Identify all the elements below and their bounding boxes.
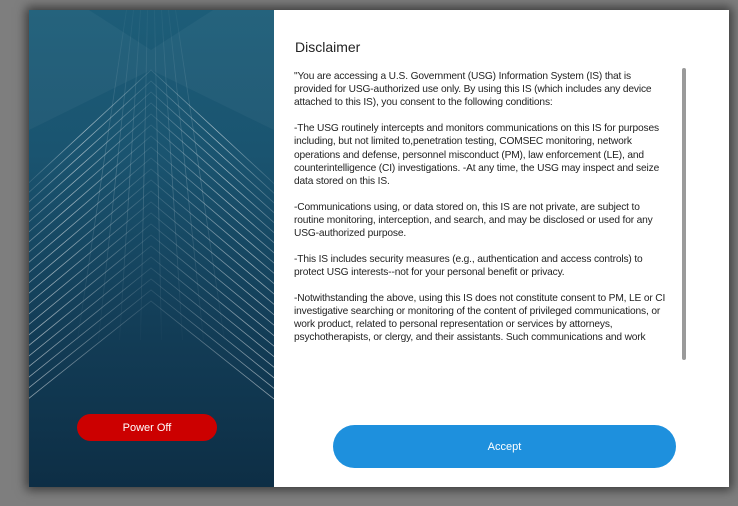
disclaimer-text-area[interactable]: "You are accessing a U.S. Government (US… xyxy=(294,70,669,382)
scrollbar-thumb[interactable] xyxy=(682,68,686,360)
dialog-title: Disclaimer xyxy=(295,39,361,55)
disclaimer-paragraph: -Communications using, or data stored on… xyxy=(294,201,653,240)
disclaimer-dialog: Power Off Disclaimer "You are accessing … xyxy=(29,10,729,487)
decorative-side-panel: Power Off xyxy=(29,10,274,487)
disclaimer-paragraph: -This IS includes security measures (e.g… xyxy=(294,253,643,278)
disclaimer-paragraph: -Notwithstanding the above, using this I… xyxy=(294,292,666,344)
disclaimer-content: Disclaimer "You are accessing a U.S. Gov… xyxy=(274,10,729,487)
power-off-button[interactable]: Power Off xyxy=(77,414,217,441)
disclaimer-paragraph: "You are accessing a U.S. Government (US… xyxy=(294,71,652,109)
disclaimer-paragraph: -The USG routinely intercepts and monito… xyxy=(294,123,660,187)
accept-button[interactable]: Accept xyxy=(333,425,676,468)
